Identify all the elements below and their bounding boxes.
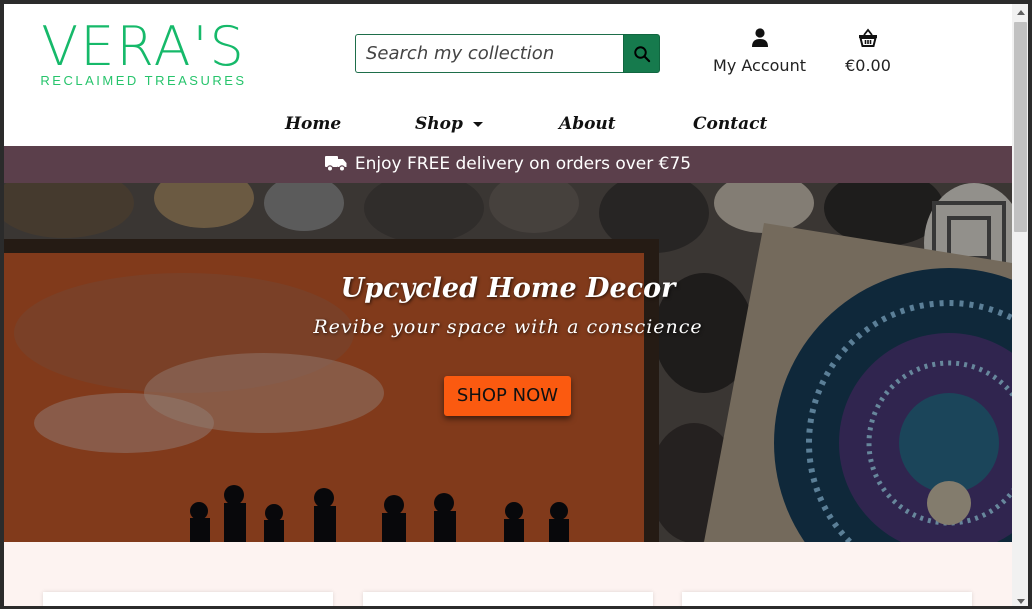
nav-shop[interactable]: Shop xyxy=(415,114,483,134)
hero-overlay xyxy=(4,183,1012,542)
site-logo[interactable]: VERA'S RECLAIMED TREASURES xyxy=(36,18,251,90)
search-icon xyxy=(633,45,650,62)
logo-title: VERA'S xyxy=(41,15,246,78)
basket-icon xyxy=(859,28,877,47)
hero-banner: Upcycled Home Decor Revibe your space wi… xyxy=(4,183,1012,542)
featured-section xyxy=(4,542,1012,606)
my-account-label: My Account xyxy=(713,56,806,75)
search-button[interactable] xyxy=(623,34,660,73)
browser-viewport: VERA'S RECLAIMED TREASURES My Account xyxy=(0,0,1032,609)
site-header: VERA'S RECLAIMED TREASURES My Account xyxy=(4,4,1012,146)
nav-contact[interactable]: Contact xyxy=(693,114,767,134)
scroll-down-arrow-icon xyxy=(1016,599,1025,604)
logo-subtitle: RECLAIMED TREASURES xyxy=(40,73,247,88)
scroll-down-button[interactable] xyxy=(1012,593,1028,606)
cart-total: €0.00 xyxy=(845,56,891,75)
scroll-up-arrow-icon xyxy=(1016,10,1025,15)
delivery-banner: Enjoy FREE delivery on orders over €75 xyxy=(4,146,1012,183)
hero-title: Upcycled Home Decor xyxy=(340,273,676,304)
feature-card[interactable] xyxy=(363,592,653,606)
search-form xyxy=(355,34,660,73)
nav-about[interactable]: About xyxy=(559,114,616,134)
hero-subtitle: Revibe your space with a conscience xyxy=(313,316,703,338)
nav-home[interactable]: Home xyxy=(285,114,341,134)
truck-icon xyxy=(324,156,347,172)
main-nav: Home Shop About Contact xyxy=(4,108,1012,144)
scroll-up-button[interactable] xyxy=(1012,4,1028,21)
scrollbar-thumb[interactable] xyxy=(1014,22,1027,232)
cart-link[interactable]: €0.00 xyxy=(834,28,902,80)
search-input[interactable] xyxy=(355,34,624,73)
my-account-link[interactable]: My Account xyxy=(702,28,817,80)
delivery-text: Enjoy FREE delivery on orders over €75 xyxy=(354,154,692,174)
feature-card[interactable] xyxy=(682,592,972,606)
caret-down-icon xyxy=(472,122,483,127)
vertical-scrollbar[interactable] xyxy=(1012,4,1028,606)
nav-shop-label: Shop xyxy=(415,114,463,134)
feature-card[interactable] xyxy=(43,592,333,606)
shop-now-button[interactable]: SHOP NOW xyxy=(444,376,571,416)
user-icon xyxy=(751,28,768,47)
